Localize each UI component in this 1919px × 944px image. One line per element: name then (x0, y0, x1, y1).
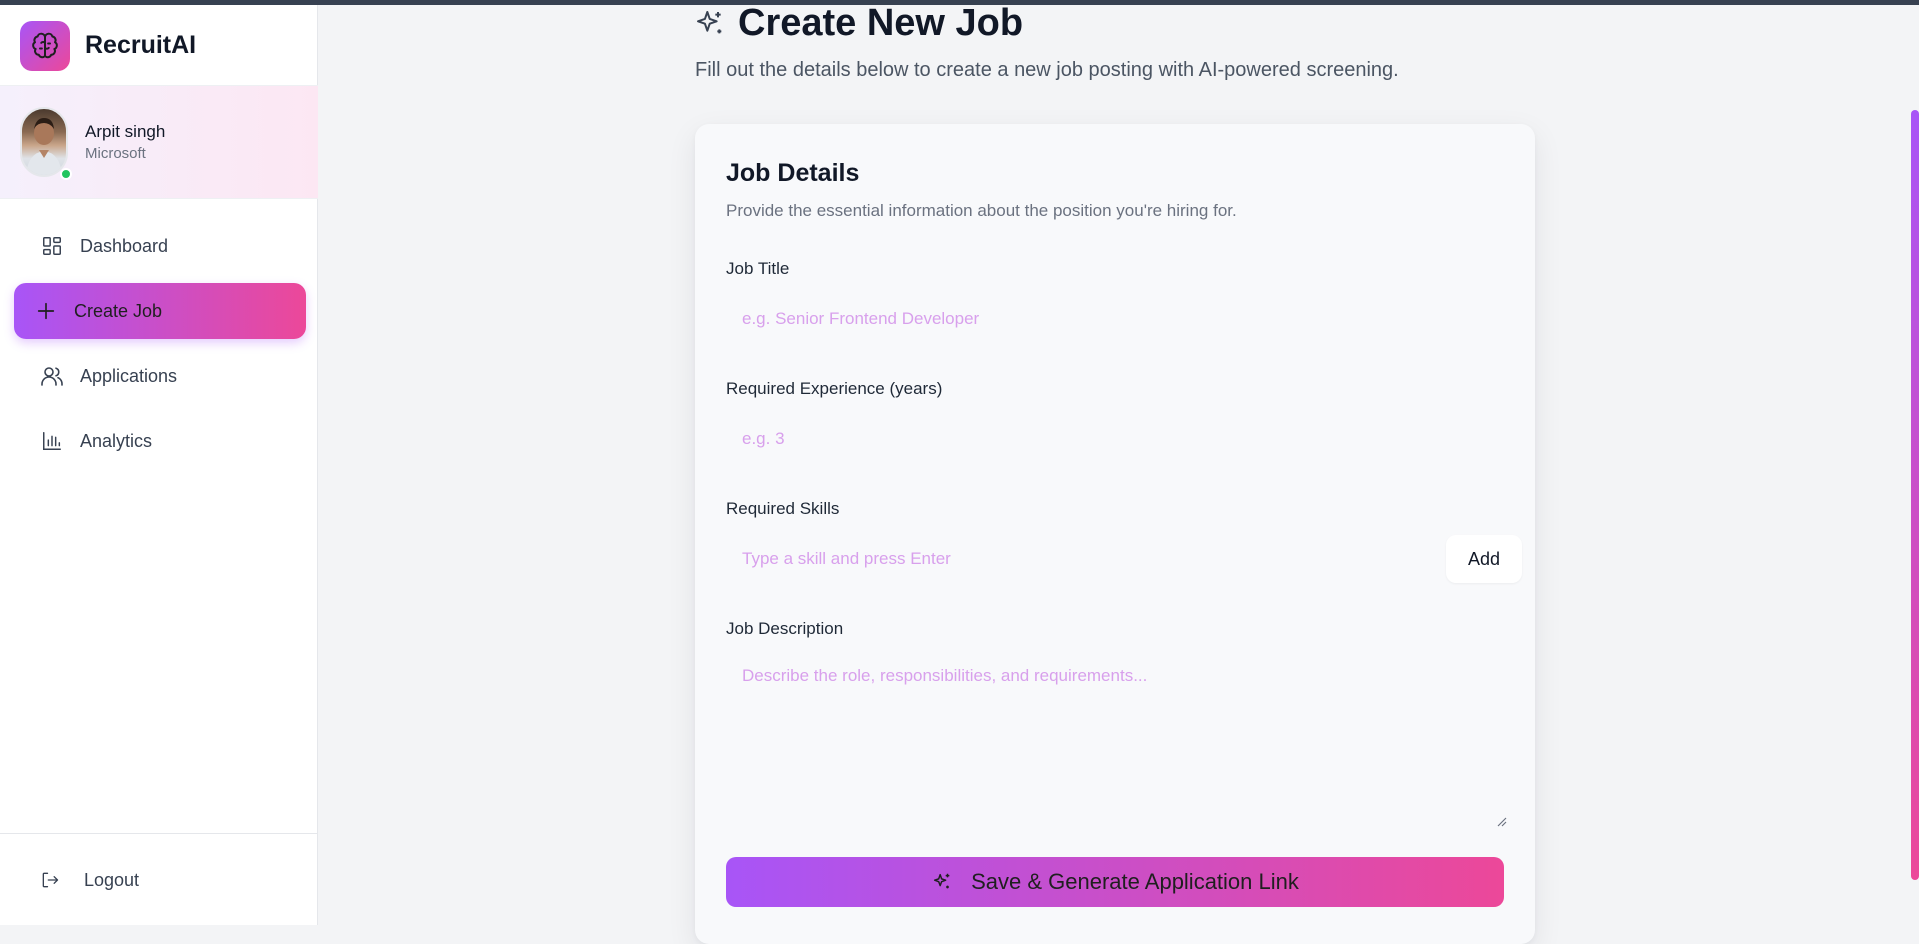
save-generate-link-button[interactable]: Save & Generate Application Link (726, 857, 1504, 907)
brand-header: RecruitAI (0, 5, 318, 86)
page-title: Create New Job (738, 2, 1024, 44)
skills-input[interactable] (726, 535, 1426, 583)
users-icon (40, 364, 64, 388)
page-header: Create New Job (694, 2, 1023, 45)
main-content: Create New Job Fill out the details belo… (318, 0, 1919, 944)
sidebar-item-label: Dashboard (80, 235, 169, 256)
user-profile[interactable]: Arpit singh Microsoft (0, 86, 318, 199)
job-description-textarea[interactable] (726, 654, 1506, 826)
job-title-input[interactable] (726, 295, 1504, 343)
sidebar-item-label: Applications (80, 365, 178, 386)
sidebar-item-label: Analytics (80, 430, 153, 451)
sidebar: RecruitAI Arpit singh Microsoft Dashboar… (0, 0, 318, 925)
logout-button[interactable]: Logout (40, 862, 139, 898)
sidebar-item-applications[interactable]: Applications (14, 348, 306, 404)
online-status-dot (60, 168, 72, 180)
bar-chart-icon (40, 429, 64, 453)
sparkles-icon (931, 871, 953, 893)
submit-label: Save & Generate Application Link (971, 869, 1299, 894)
logout-label: Logout (84, 869, 140, 890)
avatar (20, 107, 68, 177)
brain-logo-icon[interactable] (20, 21, 70, 71)
sidebar-divider (0, 833, 318, 834)
sidebar-item-analytics[interactable]: Analytics (14, 413, 306, 469)
add-skill-button[interactable]: Add (1446, 535, 1522, 583)
job-details-card: Job Details Provide the essential inform… (695, 124, 1535, 944)
card-description: Provide the essential information about … (726, 201, 1237, 220)
logout-icon (40, 869, 62, 891)
user-company: Microsoft (85, 145, 146, 162)
scrollbar[interactable] (1911, 110, 1919, 880)
user-name: Arpit singh (85, 122, 166, 141)
job-description-label: Job Description (726, 619, 844, 638)
resize-handle-icon[interactable] (1495, 814, 1507, 827)
experience-label: Required Experience (years) (726, 379, 943, 398)
skills-label: Required Skills (726, 499, 840, 518)
sidebar-item-label: Create Job (74, 300, 163, 321)
experience-input[interactable] (726, 415, 1504, 463)
window-top-bar (0, 0, 1919, 5)
plus-icon (34, 299, 58, 323)
brand-name: RecruitAI (85, 31, 197, 59)
page-subtitle: Fill out the details below to create a n… (695, 59, 1399, 81)
sparkles-icon (694, 8, 726, 40)
sidebar-item-dashboard[interactable]: Dashboard (14, 218, 306, 274)
card-title: Job Details (726, 159, 860, 187)
sidebar-item-create-job[interactable]: Create Job (14, 283, 306, 339)
job-title-label: Job Title (726, 259, 790, 278)
dashboard-icon (40, 234, 64, 258)
